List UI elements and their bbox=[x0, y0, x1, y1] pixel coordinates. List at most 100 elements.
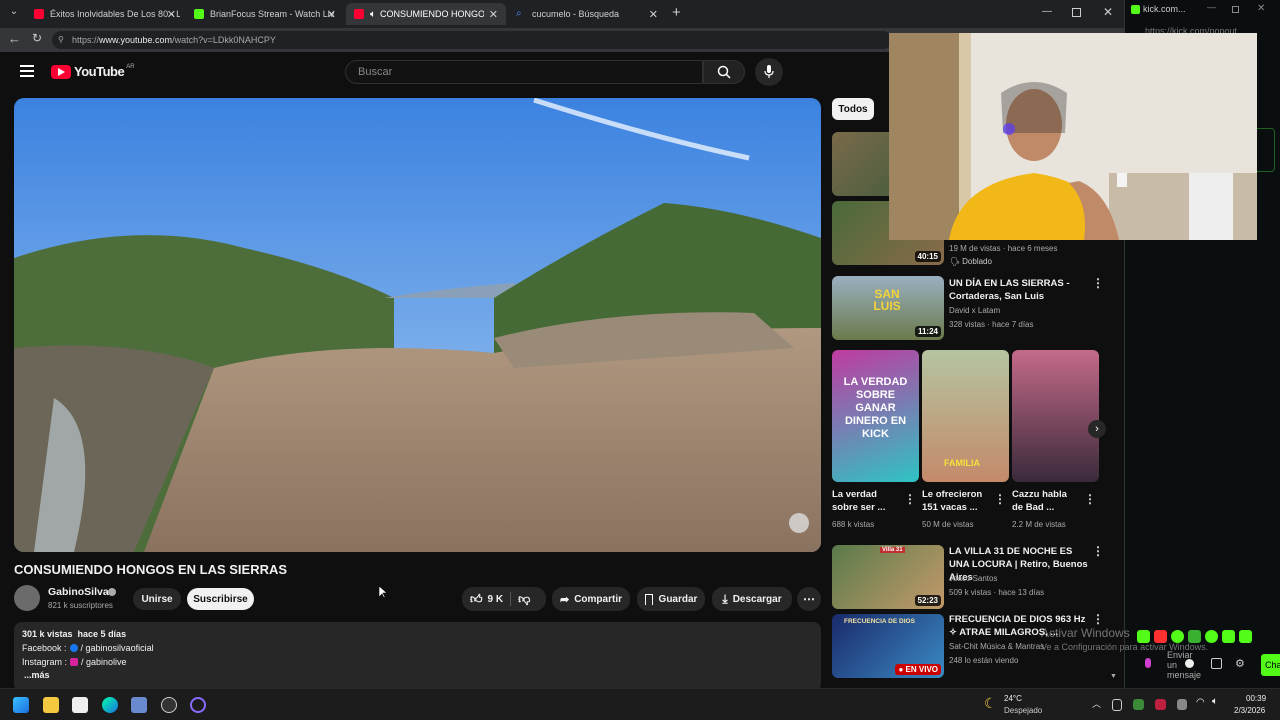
back-icon[interactable]: ← bbox=[8, 31, 21, 46]
chat-input[interactable]: Enviar un mensaje bbox=[1133, 650, 1209, 680]
minimize-icon[interactable]: — bbox=[1042, 6, 1052, 17]
mouse-cursor-icon bbox=[379, 586, 387, 599]
rec-channel[interactable]: Joaco Santos bbox=[949, 574, 997, 583]
menu-icon[interactable] bbox=[20, 65, 34, 77]
app-circle-icon[interactable] bbox=[190, 697, 206, 713]
tab-kick-brianfocus[interactable]: BrianFocus Stream - Watch Live o ✕ bbox=[186, 3, 344, 25]
tab-youtube-exitos[interactable]: Éxitos Inolvidables De Los 80 - Los ✕ bbox=[26, 3, 184, 25]
youtube-logo[interactable]: YouTube AR bbox=[51, 64, 135, 79]
short-thumbnail[interactable]: LA VERDAD SOBRE GANAR DINERO EN KICK bbox=[832, 350, 919, 482]
kick-close-icon[interactable]: ✕ bbox=[1257, 3, 1265, 14]
windows-start-icon[interactable] bbox=[13, 697, 29, 713]
emoji-icon[interactable] bbox=[1185, 659, 1194, 668]
rec-more-icon[interactable]: ⋮ bbox=[1092, 544, 1104, 558]
youtube-favicon-icon bbox=[354, 9, 364, 19]
rec-thumbnail[interactable]: SAN LUIS 11:24 bbox=[832, 276, 944, 340]
store-icon[interactable] bbox=[72, 697, 88, 713]
obs-icon[interactable] bbox=[161, 697, 177, 713]
file-explorer-icon[interactable] bbox=[43, 697, 59, 713]
tray-app-icon[interactable] bbox=[1133, 699, 1144, 710]
clock-date[interactable]: 2/3/2026 bbox=[1234, 706, 1265, 715]
scroll-down-arrow-icon[interactable]: ▼ bbox=[1110, 673, 1117, 680]
rec-channel[interactable]: David x Latam bbox=[949, 306, 1000, 315]
voice-search-button[interactable] bbox=[755, 58, 783, 86]
share-button[interactable]: ➦ Compartir bbox=[552, 587, 630, 611]
instagram-link[interactable]: / gabinolive bbox=[81, 657, 127, 667]
thumb-overlay-text: SAN LUIS bbox=[873, 287, 901, 313]
search-input[interactable]: Buscar bbox=[345, 60, 703, 84]
settings-icon[interactable]: ⚙ bbox=[1235, 657, 1245, 670]
channel-avatar[interactable] bbox=[14, 585, 40, 611]
close-window-icon[interactable]: ✕ bbox=[1103, 5, 1113, 19]
emote-icon[interactable] bbox=[1222, 630, 1235, 643]
description-box[interactable]: 301 k vistas hace 5 días Facebook : / ga… bbox=[14, 622, 821, 688]
join-button[interactable]: Unirse bbox=[133, 588, 181, 610]
watermark-title: Activar Windows bbox=[1041, 626, 1130, 640]
close-tab-icon[interactable]: ✕ bbox=[649, 8, 658, 21]
share-icon: ➦ bbox=[559, 593, 570, 606]
close-tab-icon[interactable]: ✕ bbox=[167, 8, 176, 21]
speaker-icon[interactable]: 🔈︎ bbox=[370, 9, 376, 20]
tab-youtube-active[interactable]: 🔈︎ CONSUMIENDO HONGOS EN ✕ bbox=[346, 3, 506, 25]
kick-maximize-icon[interactable] bbox=[1232, 6, 1239, 13]
app-icon[interactable] bbox=[131, 697, 147, 713]
tray-app-icon[interactable] bbox=[1112, 699, 1122, 711]
rec-thumbnail[interactable]: Villa 31 52:23 bbox=[832, 545, 944, 609]
channel-name[interactable]: GabinoSilva bbox=[48, 586, 109, 598]
clock-time[interactable]: 00:39 bbox=[1246, 694, 1266, 703]
video-title: CONSUMIENDO HONGOS EN LAS SIERRAS bbox=[14, 562, 288, 577]
short-more-icon[interactable]: ⋮ bbox=[1084, 492, 1096, 506]
short-thumbnail[interactable] bbox=[1012, 350, 1099, 482]
rec-channel[interactable]: Sat-Chit Música & Mantras bbox=[949, 642, 1044, 651]
emote-icon[interactable] bbox=[1239, 630, 1252, 643]
site-info-icon[interactable]: ⚲ bbox=[58, 31, 64, 49]
short-thumbnail[interactable]: FAMILIA bbox=[922, 350, 1009, 482]
rec-thumbnail[interactable]: FRECUENCIA DE DIOS ● EN VIVO bbox=[832, 614, 944, 678]
reload-icon[interactable]: ↻ bbox=[32, 31, 42, 45]
close-tab-icon[interactable]: ✕ bbox=[489, 8, 498, 21]
save-button[interactable]: Guardar bbox=[637, 587, 705, 611]
short-title[interactable]: Cazzu habla de Bad ... bbox=[1012, 488, 1084, 514]
tab-bing-cucumelo[interactable]: ⌕ cucumelo - Búsqueda ✕ bbox=[508, 3, 666, 25]
logo-text: YouTube bbox=[74, 64, 125, 79]
tray-app-icon[interactable] bbox=[1155, 699, 1166, 710]
search-button[interactable] bbox=[703, 60, 745, 84]
shorts-next-button[interactable]: › bbox=[1088, 420, 1106, 438]
download-button[interactable]: ⤓ Descargar bbox=[712, 587, 792, 611]
video-player[interactable] bbox=[14, 98, 821, 552]
short-title[interactable]: La verdad sobre ser ... bbox=[832, 488, 904, 514]
show-more-link[interactable]: ...más bbox=[24, 670, 50, 680]
short-title[interactable]: Le ofrecieron 151 vacas ... bbox=[922, 488, 994, 514]
short-more-icon[interactable]: ⋮ bbox=[994, 492, 1006, 506]
volume-icon[interactable]: 🔈︎ bbox=[1212, 696, 1218, 707]
gift-icon[interactable] bbox=[1211, 658, 1222, 669]
short-overlay-text: FAMILIA bbox=[944, 458, 980, 468]
thumbs-down-icon[interactable]: 👎︎ bbox=[518, 592, 530, 607]
tray-app-icon[interactable] bbox=[1177, 699, 1187, 710]
video-duration: 11:24 bbox=[914, 326, 941, 337]
kick-minimize-icon[interactable]: — bbox=[1207, 2, 1216, 12]
rec-title[interactable]: UN DÍA EN LAS SIERRAS - Cortaderas, San … bbox=[949, 277, 1084, 303]
like-button[interactable]: 👍︎ 9 K bbox=[462, 592, 503, 607]
video-duration: 52:23 bbox=[914, 595, 941, 606]
subscribe-button[interactable]: Suscribirse bbox=[187, 588, 254, 610]
edge-browser-icon[interactable] bbox=[102, 697, 118, 713]
tray-overflow-icon[interactable]: ︿ bbox=[1092, 697, 1101, 710]
rec-more-icon[interactable]: ⋮ bbox=[1092, 276, 1104, 290]
wifi-icon[interactable]: ◠ bbox=[1196, 697, 1205, 708]
short-more-icon[interactable]: ⋮ bbox=[904, 492, 916, 506]
chat-send-button[interactable]: Cha bbox=[1261, 654, 1280, 676]
download-label: Descargar bbox=[732, 593, 782, 605]
short-title-line: sobre ser ... bbox=[832, 502, 886, 513]
mic-icon[interactable] bbox=[1145, 658, 1151, 668]
chip-all[interactable]: Todos bbox=[832, 98, 874, 120]
close-tab-icon[interactable]: ✕ bbox=[327, 8, 336, 21]
facebook-link[interactable]: / gabinosilvaoficial bbox=[81, 643, 154, 653]
new-tab-button[interactable]: + bbox=[672, 4, 681, 21]
more-actions-button[interactable]: ⋯ bbox=[797, 587, 821, 611]
rec-more-icon[interactable]: ⋮ bbox=[1092, 612, 1104, 626]
maximize-icon[interactable] bbox=[1072, 8, 1081, 17]
url-field[interactable]: ⚲ https://www.youtube.com/watch?v=LDkk0N… bbox=[52, 31, 892, 49]
download-icon: ⤓ bbox=[722, 591, 728, 606]
tab-list-button[interactable]: ⌄ bbox=[6, 6, 22, 22]
